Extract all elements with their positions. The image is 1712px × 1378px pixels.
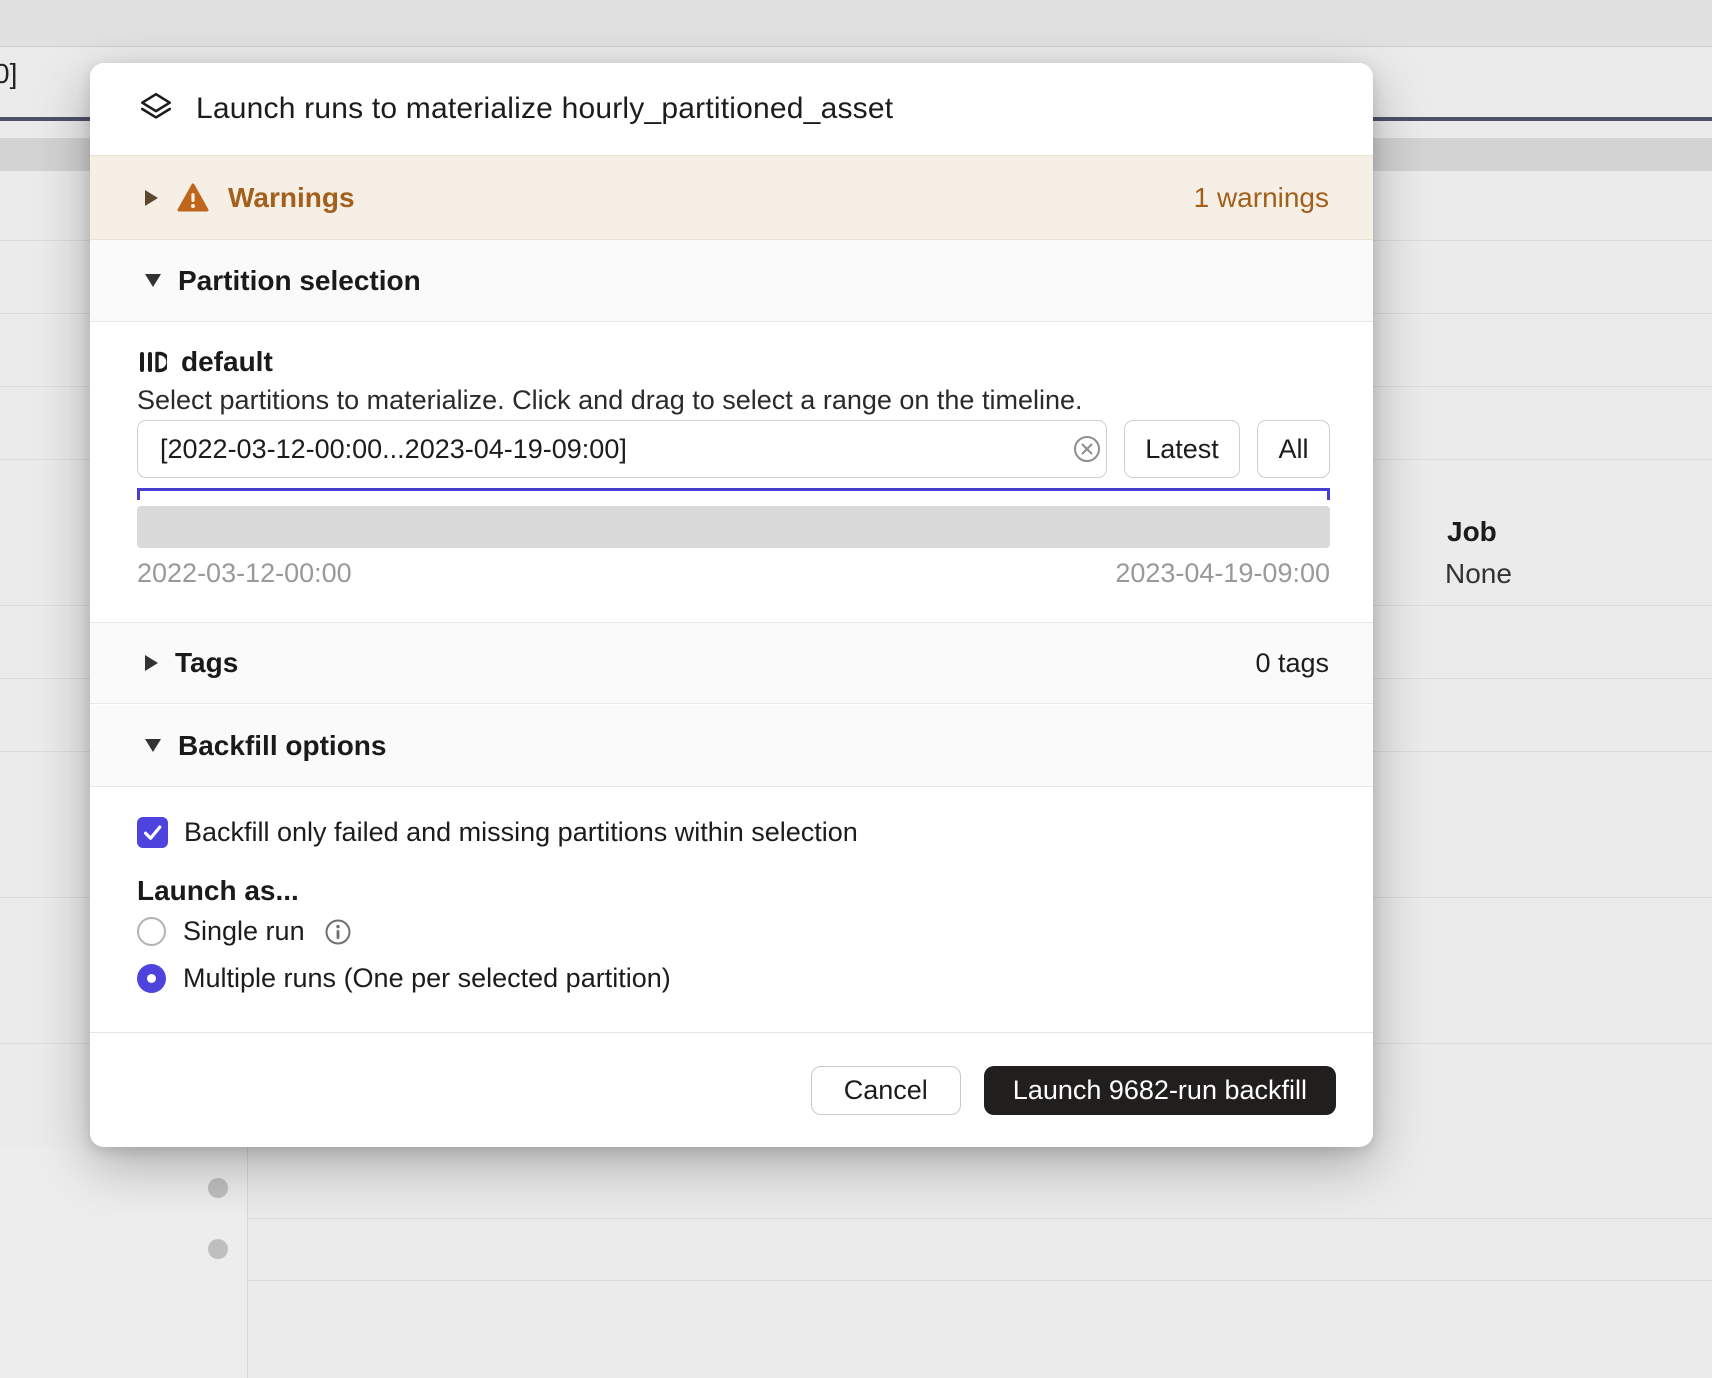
screen: 0] Job None Launch runs to m	[0, 0, 1712, 1378]
tags-count: 0 tags	[1255, 648, 1329, 679]
multiple-runs-label: Multiple runs (One per selected partitio…	[183, 963, 671, 994]
dialog-header: Launch runs to materialize hourly_partit…	[90, 63, 1373, 155]
launch-backfill-dialog: Launch runs to materialize hourly_partit…	[90, 63, 1373, 1147]
single-run-radio-row[interactable]: Single run	[137, 916, 352, 947]
cancel-button[interactable]: Cancel	[811, 1066, 961, 1115]
partition-selection-section-header[interactable]: Partition selection	[90, 240, 1373, 322]
clear-input-icon[interactable]	[1072, 434, 1102, 464]
launch-backfill-button[interactable]: Launch 9682-run backfill	[984, 1066, 1336, 1115]
chevron-right-icon	[145, 655, 158, 671]
chevron-down-icon	[145, 739, 161, 752]
background-status-dot	[208, 1178, 228, 1198]
background-job-column-value: None	[1445, 558, 1512, 590]
backfill-only-failed-checkbox-row[interactable]: Backfill only failed and missing partiti…	[137, 817, 858, 848]
partition-dimension-icon	[137, 347, 167, 377]
checkbox-label: Backfill only failed and missing partiti…	[184, 817, 858, 848]
warning-icon	[177, 183, 209, 213]
all-button[interactable]: All	[1257, 420, 1330, 478]
timeline-start-label: 2022-03-12-00:00	[137, 558, 352, 589]
background-row-line	[0, 1218, 1712, 1219]
materialize-icon	[138, 91, 174, 127]
latest-button[interactable]: Latest	[1124, 420, 1240, 478]
backfill-options-content: Backfill only failed and missing partiti…	[90, 787, 1373, 1032]
background-toolbar-band	[0, 0, 1712, 47]
background-job-column-header: Job	[1447, 516, 1497, 548]
info-icon[interactable]	[324, 918, 352, 946]
partition-dimension-name: default	[181, 346, 273, 378]
warnings-label: Warnings	[228, 182, 355, 214]
warnings-count: 1 warnings	[1194, 182, 1329, 214]
partition-range-input[interactable]	[137, 420, 1107, 478]
multiple-runs-radio-row[interactable]: Multiple runs (One per selected partitio…	[137, 963, 671, 994]
backfill-options-label: Backfill options	[178, 730, 386, 762]
selected-range-bracket	[137, 488, 1330, 500]
timeline-end-label: 2023-04-19-09:00	[1115, 558, 1330, 589]
tags-label: Tags	[175, 647, 238, 679]
partition-selection-content: default Select partitions to materialize…	[90, 322, 1373, 622]
tags-section-header[interactable]: Tags 0 tags	[90, 622, 1373, 704]
partition-dimension-row: default	[137, 346, 273, 378]
chevron-down-icon	[145, 274, 161, 287]
chevron-right-icon	[145, 190, 158, 206]
radio-checked-icon[interactable]	[137, 964, 166, 993]
launch-as-label: Launch as...	[137, 875, 299, 907]
single-run-label: Single run	[183, 916, 305, 947]
partition-selection-label: Partition selection	[178, 265, 421, 297]
checkbox-checked-icon[interactable]	[137, 817, 168, 848]
backfill-options-section-header[interactable]: Backfill options	[90, 705, 1373, 787]
partition-helper-text: Select partitions to materialize. Click …	[137, 385, 1083, 416]
background-row-line	[0, 1280, 1712, 1281]
dialog-footer: Cancel Launch 9682-run backfill	[90, 1032, 1373, 1147]
background-status-dot	[208, 1239, 228, 1259]
partition-timeline[interactable]	[137, 506, 1330, 548]
radio-unchecked-icon[interactable]	[137, 917, 166, 946]
background-clipped-text: 0]	[0, 58, 17, 90]
warnings-section-header[interactable]: Warnings 1 warnings	[90, 155, 1373, 240]
dialog-title: Launch runs to materialize hourly_partit…	[196, 92, 893, 126]
